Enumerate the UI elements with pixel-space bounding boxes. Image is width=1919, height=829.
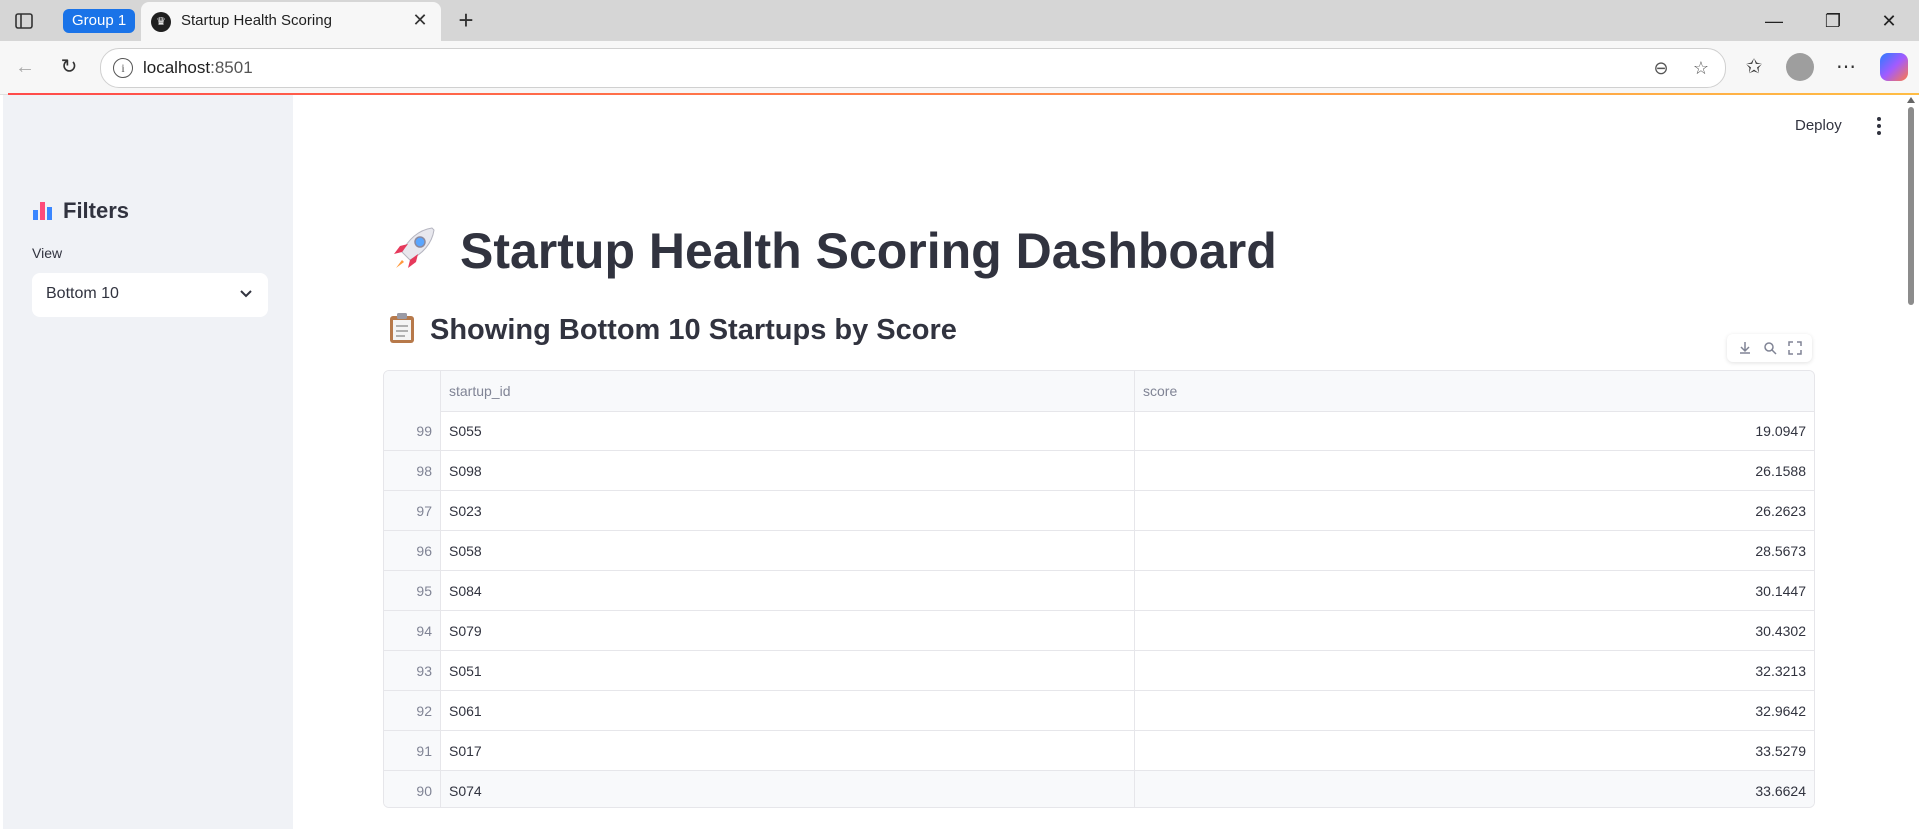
startup-id-cell[interactable]: S079 [441, 611, 1135, 650]
table-row[interactable]: 95 S084 30.1447 [384, 571, 1814, 611]
scroll-thumb[interactable] [1908, 107, 1914, 305]
deploy-button[interactable]: Deploy [1795, 117, 1842, 134]
table-row[interactable]: 97 S023 26.2623 [384, 491, 1814, 531]
score-cell[interactable]: 32.9642 [1135, 691, 1814, 730]
header-decoration-line [8, 93, 1919, 95]
search-icon[interactable] [1762, 340, 1778, 356]
section-subtitle: Showing Bottom 10 Startups by Score [388, 312, 957, 347]
startup-id-cell[interactable]: S017 [441, 731, 1135, 770]
profile-avatar[interactable] [1786, 53, 1814, 81]
zoom-icon[interactable]: ⊖ [1649, 56, 1673, 80]
score-cell[interactable]: 33.6624 [1135, 771, 1814, 807]
minimize-icon[interactable]: — [1751, 6, 1797, 36]
download-icon[interactable] [1737, 340, 1753, 356]
restore-icon[interactable]: ❐ [1810, 6, 1856, 36]
table-row[interactable]: 96 S058 28.5673 [384, 531, 1814, 571]
score-cell[interactable]: 28.5673 [1135, 531, 1814, 570]
browser-tab-active[interactable]: ♛ Startup Health Scoring ✕ [141, 2, 441, 41]
table-row[interactable]: 94 S079 30.4302 [384, 611, 1814, 651]
streamlit-crown-icon: ♛ [151, 12, 171, 32]
startup-id-cell[interactable]: S098 [441, 451, 1135, 490]
score-cell[interactable]: 32.3213 [1135, 651, 1814, 690]
main-menu-icon[interactable] [1873, 117, 1885, 137]
page-scrollbar[interactable] [1904, 95, 1919, 829]
row-index: 97 [384, 491, 441, 530]
startups-table[interactable]: startup_id score 99 S055 19.0947 98 S098… [383, 370, 1815, 808]
fullscreen-icon[interactable] [1787, 340, 1803, 356]
new-tab-icon[interactable]: + [451, 5, 481, 36]
page-title: Startup Health Scoring Dashboard [388, 222, 1277, 280]
row-index: 90 [384, 771, 441, 807]
sidebar: Filters View Bottom 10 [3, 95, 293, 829]
reload-icon[interactable]: ↻ [55, 53, 83, 81]
sidebar-title: Filters [33, 198, 129, 224]
startup-id-column-header[interactable]: startup_id [441, 371, 1135, 411]
browser-tab-bar: Group 1 ♛ Startup Health Scoring ✕ + — ❐… [0, 0, 1919, 41]
bar-chart-icon [33, 200, 55, 220]
address-bar[interactable]: i localhost:8501 ⊖ ☆ [100, 48, 1726, 88]
view-select-value: Bottom 10 [46, 285, 119, 302]
score-column-header[interactable]: score [1135, 371, 1814, 411]
clipboard-icon [388, 312, 416, 344]
row-index: 98 [384, 451, 441, 490]
row-index: 93 [384, 651, 441, 690]
table-row[interactable]: 99 S055 19.0947 [384, 411, 1814, 451]
back-icon[interactable]: ← [11, 53, 39, 81]
table-header-row: startup_id score [384, 371, 1814, 412]
score-cell[interactable]: 19.0947 [1135, 411, 1814, 450]
rocket-icon [394, 227, 435, 268]
url-text[interactable]: localhost:8501 [143, 58, 253, 78]
score-cell[interactable]: 33.5279 [1135, 731, 1814, 770]
tab-group-chip[interactable]: Group 1 [63, 9, 136, 33]
view-label: View [32, 245, 63, 261]
row-index: 96 [384, 531, 441, 570]
table-row[interactable]: 91 S017 33.5279 [384, 731, 1814, 771]
tab-actions-icon[interactable] [12, 9, 36, 33]
startup-id-cell[interactable]: S023 [441, 491, 1135, 530]
tab-title: Startup Health Scoring [181, 12, 332, 29]
more-menu-icon[interactable]: ⋯ [1832, 53, 1860, 81]
table-row[interactable]: 92 S061 32.9642 [384, 691, 1814, 731]
table-row[interactable]: 98 S098 26.1588 [384, 451, 1814, 491]
table-row[interactable]: 90 S074 33.6624 [384, 771, 1814, 807]
browser-toolbar: ← ↻ i localhost:8501 ⊖ ☆ ✩ ⋯ [0, 41, 1919, 95]
startup-id-cell[interactable]: S051 [441, 651, 1135, 690]
row-index: 92 [384, 691, 441, 730]
copilot-icon[interactable] [1880, 53, 1908, 81]
startup-id-cell[interactable]: S061 [441, 691, 1135, 730]
view-select[interactable]: Bottom 10 [32, 273, 268, 317]
close-tab-icon[interactable]: ✕ [409, 10, 431, 31]
startup-id-cell[interactable]: S084 [441, 571, 1135, 610]
row-index: 94 [384, 611, 441, 650]
score-cell[interactable]: 30.1447 [1135, 571, 1814, 610]
site-info-icon[interactable]: i [113, 58, 133, 78]
favorites-icon[interactable]: ✩ [1740, 53, 1768, 81]
score-cell[interactable]: 26.2623 [1135, 491, 1814, 530]
scroll-up-icon[interactable] [1907, 97, 1915, 103]
row-index: 95 [384, 571, 441, 610]
dataframe-toolbar [1727, 334, 1812, 362]
window-close-icon[interactable]: ✕ [1866, 6, 1912, 36]
startup-id-cell[interactable]: S058 [441, 531, 1135, 570]
score-cell[interactable]: 30.4302 [1135, 611, 1814, 650]
favorite-star-icon[interactable]: ☆ [1689, 56, 1713, 80]
chevron-down-icon [240, 290, 252, 298]
row-index: 91 [384, 731, 441, 770]
index-column-header[interactable] [384, 371, 441, 411]
row-index: 99 [384, 411, 441, 450]
score-cell[interactable]: 26.1588 [1135, 451, 1814, 490]
startup-id-cell[interactable]: S074 [441, 771, 1135, 807]
startup-id-cell[interactable]: S055 [441, 411, 1135, 450]
table-row[interactable]: 93 S051 32.3213 [384, 651, 1814, 691]
